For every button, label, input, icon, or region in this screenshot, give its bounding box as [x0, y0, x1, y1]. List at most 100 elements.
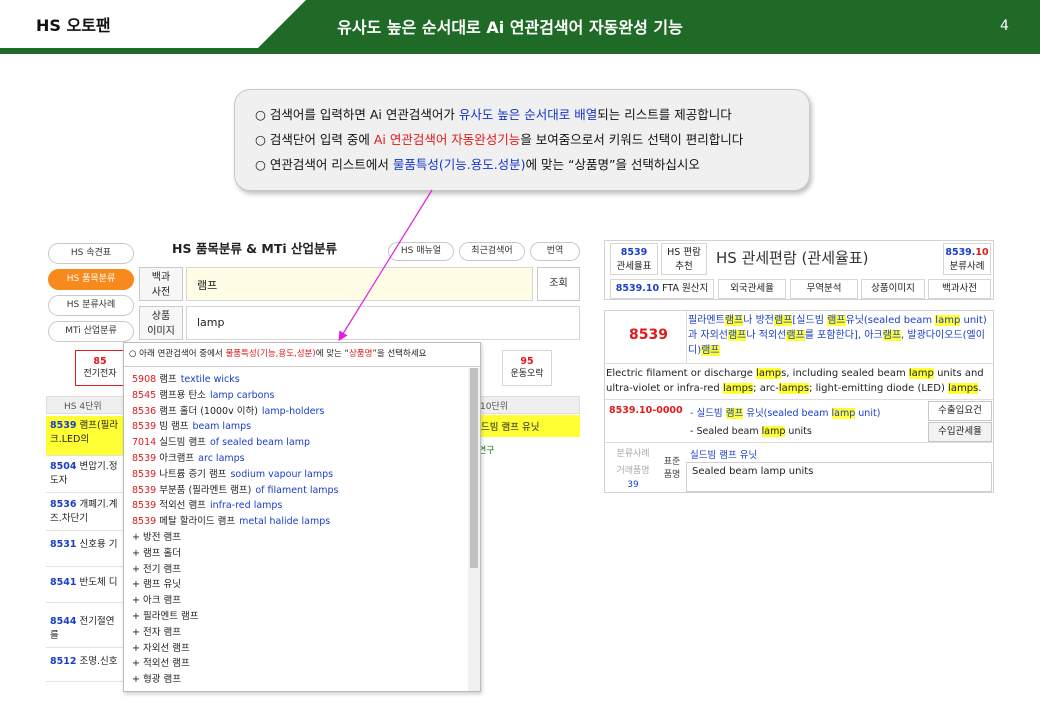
table-row[interactable]: 8512 조명.신호 — [46, 652, 126, 682]
suggestion-item[interactable]: + 램프 홀더 — [132, 546, 472, 562]
suggestion-english: lamp carbons — [209, 389, 275, 401]
callout-highlight: 물품특성(기능.용도.성분) — [392, 157, 526, 172]
callout-text: 연관검색어 리스트에서 — [269, 157, 393, 172]
suggestion-english: metal halide lamps — [239, 516, 331, 528]
suggestion-item[interactable]: + 방전 램프 — [132, 530, 472, 546]
pill-translate[interactable]: 번역 — [530, 242, 580, 261]
result-hs10-highlight[interactable]: 드빔 램프 유닛 — [478, 415, 580, 437]
suggestion-code: 8545 — [132, 389, 157, 401]
scrollbar-thumb[interactable] — [470, 368, 478, 568]
suggestion-korean: 적외선 램프 — [156, 500, 206, 512]
category-electric[interactable]: 85 전기전자 — [75, 350, 125, 386]
suggestion-item[interactable]: 8545 램프용 탄소 lamp carbons — [132, 388, 472, 404]
row-text: 램프(필라 — [79, 420, 119, 431]
side-btn-hs-classify[interactable]: HS 품목분류 — [48, 269, 134, 290]
category-sports[interactable]: 95 운동오락 — [502, 350, 552, 386]
suggestion-item[interactable]: + 전자 램프 — [132, 625, 472, 641]
suggestion-item[interactable]: 8539 메탈 할라이드 램프 metal halide lamps — [132, 514, 472, 530]
pill-hs-manual[interactable]: HS 매뉴얼 — [388, 242, 454, 261]
pill-recent-search[interactable]: 최근검색어 — [459, 242, 525, 261]
suggestion-item[interactable]: 8539 나트륨 증기 램프 sodium vapour lamps — [132, 467, 472, 483]
dropdown-header-highlight: 상품명 — [348, 349, 373, 359]
suggestion-item[interactable]: + 필라멘트 램프 — [132, 609, 472, 625]
suggestion-item[interactable]: 8539 적외선 램프 infra-red lamps — [132, 498, 472, 514]
suggestion-code: + — [132, 531, 140, 543]
tab-trade-analysis[interactable]: 무역분석 — [790, 279, 858, 299]
side-btn-hs-quick[interactable]: HS 속견표 — [48, 243, 134, 264]
suggestion-item[interactable]: + 형광 램프 — [132, 672, 472, 688]
desc-match: 램프 — [725, 408, 744, 419]
suggestion-item[interactable]: + 아크 램프 — [132, 593, 472, 609]
hs-handbook-button[interactable]: HS 편람 추천 — [661, 243, 707, 275]
english-description: Electric filament or discharge lamps, in… — [606, 366, 992, 396]
desc-match: 램프 — [774, 315, 793, 326]
side-btn-hs-cases[interactable]: HS 분류사례 — [48, 295, 134, 316]
row-code: 8531 — [50, 539, 77, 550]
standard-name-textarea[interactable]: Sealed beam lamp units — [686, 462, 992, 492]
row-text: 도자 — [50, 475, 68, 486]
classification-case-button[interactable]: 8539.10 분류사례 — [943, 243, 991, 275]
suggestion-item[interactable]: 8539 빔 램프 beam lamps — [132, 419, 472, 435]
desc-match: 램프 — [727, 330, 747, 341]
row-code: 8504 — [50, 461, 77, 472]
suggestion-item[interactable]: + 램프 유닛 — [132, 577, 472, 593]
suggestion-code: 8539 — [132, 516, 157, 528]
dropdown-scrollbar[interactable] — [468, 368, 480, 691]
suggestion-item[interactable]: + 자외선 램프 — [132, 641, 472, 657]
autocomplete-dropdown[interactable]: ○ 아래 연관검색어 중에서 물품특성(기능,용도,성분)에 맞는 “상품명”을… — [123, 342, 481, 692]
suggestion-english: sodium vapour lamps — [230, 468, 334, 480]
import-tariff-button[interactable]: 수입관세율 — [928, 422, 992, 442]
tab-foreign-tariff[interactable]: 외국관세율 — [718, 279, 786, 299]
suggestion-item[interactable]: 8539 아크램프 arc lamps — [132, 451, 472, 467]
suggestion-item[interactable]: + 전기 램프 — [132, 562, 472, 578]
tab-fta[interactable]: 8539.10 FTA 원산지 — [610, 279, 714, 299]
classification-case-text[interactable]: 실드빔 램프 유닛 — [690, 447, 757, 461]
tariff-code-button[interactable]: 8539 관세율표 — [610, 243, 658, 275]
suggestion-korean: 램프 홀더 — [139, 547, 181, 559]
suggestion-item[interactable]: 8536 램프 홀더 (1000v 이하) lamp-holders — [132, 404, 472, 420]
trade-name-count[interactable]: 39 — [609, 479, 657, 491]
suggestion-english: lamp-holders — [261, 405, 325, 417]
suggestion-item[interactable]: 5908 램프 textile wicks — [132, 372, 472, 388]
row-code: 8541 — [50, 577, 77, 588]
import-export-requirements-button[interactable]: 수출입요건 — [928, 401, 992, 421]
suggestion-korean: 램프 홀더 (1000v 이하) — [156, 405, 258, 417]
table-row[interactable]: 8539 램프(필라 크.LED의 — [46, 416, 126, 456]
desc-text: 유닛(sealed beam — [743, 408, 832, 419]
divider — [605, 399, 993, 400]
desc-match: 램프 — [827, 315, 846, 326]
table-row[interactable]: 8544 전기절연 를 — [46, 612, 126, 648]
tab-encyclopedia[interactable]: 백과사전 — [928, 279, 991, 299]
category-code: 85 — [93, 356, 107, 367]
suggestion-item[interactable]: + 적외선 램프 — [132, 656, 472, 672]
table-row[interactable]: 8531 신호용 기 — [46, 535, 126, 567]
subheading-code[interactable]: 8539.10-0000 — [609, 405, 683, 416]
case-label: 분류사례 — [949, 261, 985, 272]
row-code: 8544 — [50, 616, 77, 627]
header-line — [0, 48, 1040, 54]
tariff-title: HS 관세편람 (관세율표) — [716, 249, 869, 267]
desc-text: [실드빔 — [792, 315, 828, 326]
row-text: 크.LED의 — [50, 434, 90, 445]
row-text: 신호용 기 — [79, 539, 118, 550]
column-header-hs10: 10단위 — [480, 402, 509, 412]
suggestion-english: of filament lamps — [255, 484, 339, 496]
desc-match: lamps — [722, 383, 754, 394]
side-btn-mti[interactable]: MTi 산업분류 — [48, 321, 134, 342]
table-row[interactable]: 8541 반도체 디 — [46, 573, 126, 603]
image-search-input[interactable]: lamp — [186, 306, 580, 340]
suggestion-item[interactable]: 8539 부분품 (필라멘트 램프) of filament lamps — [132, 483, 472, 499]
table-row[interactable]: 8536 개폐기.계 즈.차단기 — [46, 495, 126, 531]
search-button[interactable]: 조회 — [537, 267, 580, 301]
desc-text: - 실드빔 — [690, 408, 726, 419]
callout-line-2: ○ 검색단어 입력 중에 Ai 연관검색어 자동완성기능을 보여줌으로서 키워드… — [249, 127, 795, 152]
tab-product-image[interactable]: 상품이미지 — [861, 279, 925, 299]
dropdown-header-text: ”을 선택하세요 — [372, 349, 427, 359]
desc-text: Electric filament or discharge — [606, 368, 757, 379]
search-input[interactable]: 램프 — [186, 267, 533, 301]
table-row[interactable]: 8504 변압기.정 도자 — [46, 457, 126, 493]
divider — [686, 311, 687, 363]
divider — [605, 363, 993, 364]
suggestion-item[interactable]: 7014 실드빔 램프 of sealed beam lamp — [132, 435, 472, 451]
suggestion-korean: 전기 램프 — [139, 563, 181, 575]
